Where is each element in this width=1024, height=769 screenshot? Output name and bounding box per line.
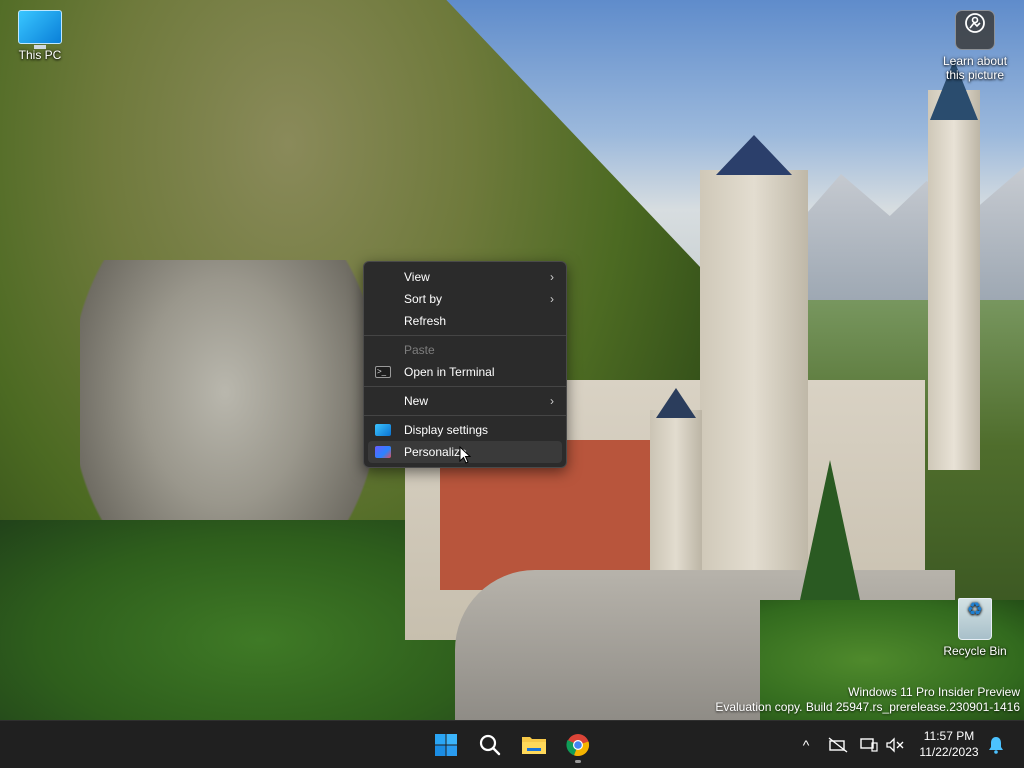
chevron-right-icon: › (550, 270, 554, 284)
search-button[interactable] (470, 725, 510, 765)
menu-item-label: Sort by (404, 292, 443, 306)
chevron-right-icon: › (550, 394, 554, 408)
bell-icon (989, 737, 1003, 754)
monitor-icon (18, 10, 62, 49)
start-icon (435, 734, 457, 756)
menu-item-paste: Paste (368, 339, 562, 361)
menu-item-open-in-terminal[interactable]: >_ Open in Terminal (368, 361, 562, 383)
menu-separator (364, 415, 566, 416)
wallpaper-tower (928, 90, 980, 470)
chrome-button[interactable] (558, 725, 598, 765)
desktop-icon-label: This PC (18, 48, 62, 62)
desktop-icon-this-pc[interactable]: This PC (0, 10, 80, 62)
menu-item-label: View (404, 270, 430, 284)
camera-info-icon (955, 10, 995, 50)
display-settings-icon (375, 424, 391, 436)
menu-item-label: Paste (404, 343, 435, 357)
menu-item-label: Refresh (404, 314, 447, 328)
desktop-icon-learn-about-picture[interactable]: Learn about this picture (935, 10, 1015, 82)
menu-item-view[interactable]: View › (368, 266, 562, 288)
windows-watermark: Windows 11 Pro Insider Preview Evaluatio… (715, 685, 1020, 715)
ethernet-tray-button[interactable] (858, 721, 880, 769)
start-button[interactable] (426, 725, 466, 765)
clock-date: 11/22/2023 (919, 745, 979, 759)
menu-item-new[interactable]: New › (368, 390, 562, 412)
desktop[interactable]: This PC Learn about this picture ♻ Recyc… (0, 0, 1024, 720)
menu-item-display-settings[interactable]: Display settings (368, 419, 562, 441)
mouse-cursor-icon (459, 446, 471, 464)
watermark-line: Windows 11 Pro Insider Preview (848, 685, 1020, 699)
desktop-icon-label: Learn about this picture (942, 54, 1008, 82)
terminal-icon: >_ (375, 366, 391, 378)
desktop-icon-recycle-bin[interactable]: ♻ Recycle Bin (935, 598, 1015, 658)
personalize-icon (375, 446, 391, 458)
wallpaper-tower (700, 170, 808, 590)
menu-item-label: Personalize (404, 445, 467, 459)
desktop-context-menu: View › Sort by › Refresh Paste >_ Open i… (363, 261, 567, 468)
menu-separator (364, 335, 566, 336)
network-disconnected-icon (828, 737, 848, 753)
menu-item-label: New (404, 394, 429, 408)
menu-item-sort-by[interactable]: Sort by › (368, 288, 562, 310)
clock-time: 11:57 PM (923, 729, 975, 743)
menu-separator (364, 386, 566, 387)
clock[interactable]: 11:57 PM 11/22/2023 (912, 728, 986, 760)
show-hidden-icons-button[interactable]: ^ (796, 721, 816, 769)
file-explorer-icon (522, 737, 546, 754)
file-explorer-button[interactable] (514, 725, 554, 765)
network-tray-button[interactable] (826, 721, 850, 769)
menu-item-refresh[interactable]: Refresh (368, 310, 562, 332)
desktop-icon-label: Recycle Bin (943, 644, 1007, 658)
chevron-right-icon: › (550, 292, 554, 306)
watermark-line: Evaluation copy. Build 25947.rs_prerelea… (715, 700, 1020, 714)
volume-tray-button[interactable] (884, 721, 906, 769)
chevron-up-icon: ^ (802, 737, 810, 753)
recycle-bin-icon: ♻ (958, 598, 992, 640)
notifications-button[interactable] (984, 721, 1008, 769)
monitor-network-icon (860, 738, 878, 752)
taskbar: ^ 11:57 PM 11/22/2023 (0, 720, 1024, 768)
menu-item-label: Open in Terminal (404, 365, 495, 379)
running-indicator (575, 760, 581, 763)
chrome-icon (566, 734, 590, 756)
volume-muted-icon (886, 737, 904, 753)
search-icon (479, 734, 501, 756)
menu-item-label: Display settings (404, 423, 489, 437)
